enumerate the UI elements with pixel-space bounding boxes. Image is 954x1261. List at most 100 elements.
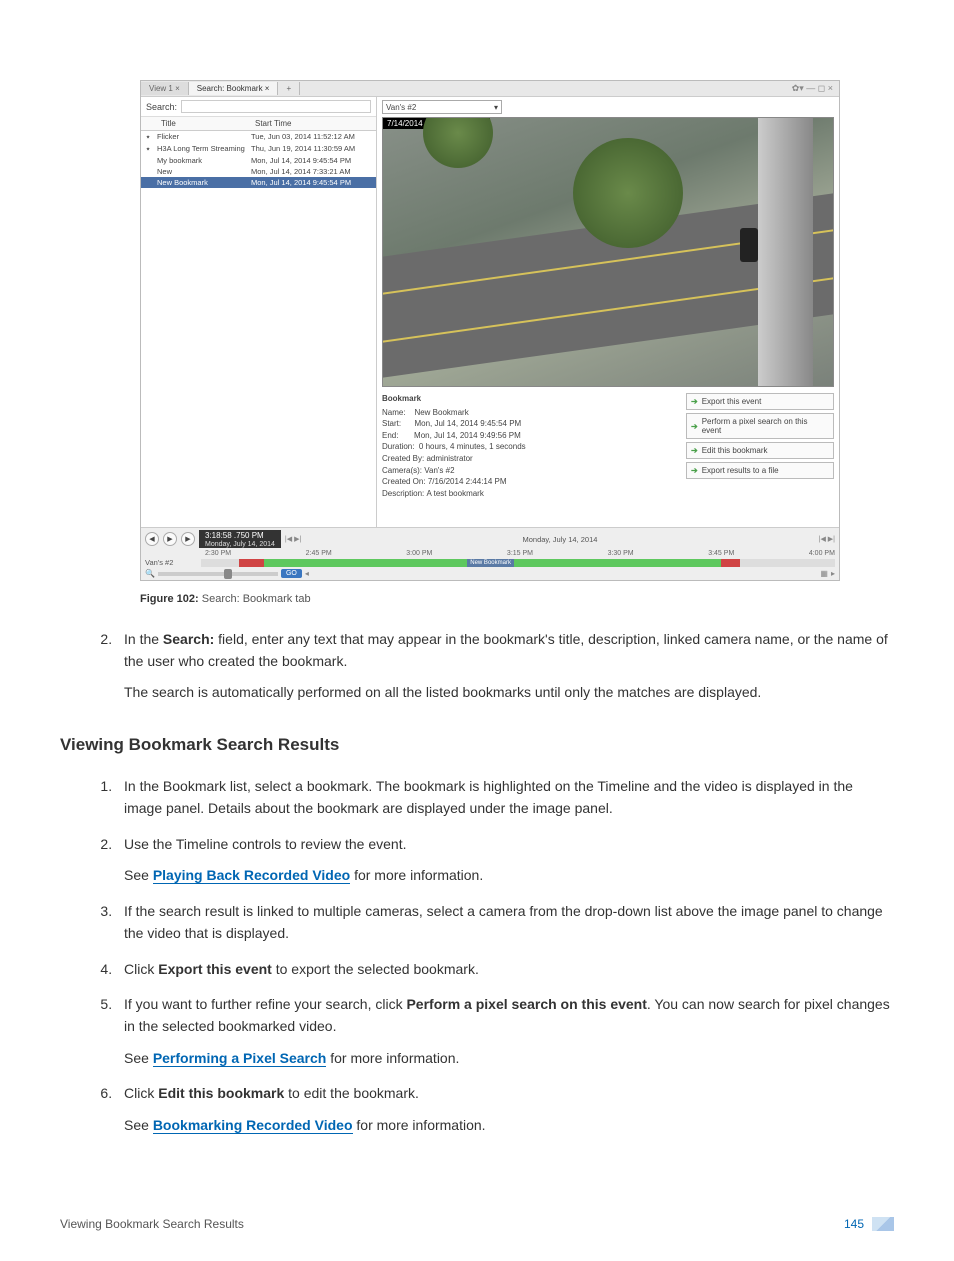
action-label: Edit this bookmark — [702, 446, 768, 455]
bookmark-start: Mon, Jul 14, 2014 9:45:54 PM — [251, 156, 376, 165]
timeline-time: 3:18:58 .750 PM — [199, 530, 281, 541]
list-item: In the Bookmark list, select a bookmark.… — [116, 776, 894, 819]
tab-add[interactable]: + — [278, 82, 300, 95]
export-event-button[interactable]: ➔ Export this event — [686, 393, 834, 410]
timeline-bar[interactable]: New Bookmark — [201, 559, 835, 567]
details-value: administrator — [426, 454, 472, 463]
arrow-right-icon: ➔ — [691, 397, 698, 406]
skip-end-icon[interactable]: |◀ ▶| — [819, 535, 835, 543]
link-bookmarking-video[interactable]: Bookmarking Recorded Video — [153, 1117, 353, 1134]
details-label: Created By: — [382, 454, 424, 463]
bookmark-list-panel: Search: Title Start Time ⭑ Flicker Tue, … — [141, 97, 377, 527]
details-value: Mon, Jul 14, 2014 9:45:54 PM — [414, 419, 521, 428]
section-heading: Viewing Bookmark Search Results — [60, 732, 894, 758]
bookmark-title: Flicker — [155, 132, 251, 142]
play-button[interactable]: ▶ — [163, 532, 177, 546]
details-value: Van's #2 — [424, 466, 454, 475]
details-label: Camera(s): — [382, 466, 422, 475]
action-label: Perform a pixel search on this event — [702, 417, 829, 435]
col-title[interactable]: Title — [141, 117, 251, 130]
timeline-header-date: Monday, July 14, 2014 — [305, 535, 814, 544]
details-value: Mon, Jul 14, 2014 9:49:56 PM — [414, 431, 521, 440]
timeline-date: Monday, July 14, 2014 — [199, 541, 281, 548]
details-label: Duration: — [382, 442, 414, 451]
list-item: If you want to further refine your searc… — [116, 994, 894, 1069]
footer-logo-icon — [872, 1217, 894, 1231]
pixel-search-button[interactable]: ➔ Perform a pixel search on this event — [686, 413, 834, 439]
details-label: Created On: — [382, 477, 426, 486]
tick: 3:15 PM — [507, 550, 533, 557]
tick: 3:45 PM — [708, 550, 734, 557]
paragraph: The search is automatically performed on… — [124, 682, 894, 704]
video-image-panel[interactable]: 7/14/2014 03:18:57.131 PM — [382, 117, 834, 387]
page-number: 145 — [844, 1217, 864, 1231]
bookmark-icon: ⭑ — [141, 144, 155, 154]
camera-dropdown[interactable]: Van's #2 ▾ — [382, 100, 502, 114]
details-label: End: — [382, 431, 398, 440]
tab-view1[interactable]: View 1 × — [141, 82, 189, 95]
bookmark-table-header: Title Start Time — [141, 117, 376, 131]
details-label: Name: — [382, 408, 406, 417]
details-value: New Bookmark — [414, 408, 468, 417]
zoom-slider[interactable] — [158, 572, 278, 576]
search-label: Search: — [146, 102, 177, 112]
chevron-left-icon[interactable]: ◂ — [305, 569, 309, 578]
timeline: ◀ ▶ ▶ 3:18:58 .750 PM Monday, July 14, 2… — [141, 527, 839, 580]
bookmark-start: Mon, Jul 14, 2014 7:33:21 AM — [251, 167, 376, 176]
edit-bookmark-button[interactable]: ➔ Edit this bookmark — [686, 442, 834, 459]
tick: 2:30 PM — [205, 550, 231, 557]
search-input[interactable] — [181, 100, 371, 113]
go-button[interactable]: GO — [281, 569, 302, 578]
tick: 3:30 PM — [608, 550, 634, 557]
chevron-down-icon: ▾ — [494, 103, 498, 112]
tick: 4:00 PM — [809, 550, 835, 557]
timeline-row-label: Van's #2 — [145, 558, 197, 567]
bookmark-rows: ⭑ Flicker Tue, Jun 03, 2014 11:52:12 AM … — [141, 131, 376, 188]
col-start-time[interactable]: Start Time — [251, 117, 376, 130]
tab-search-bookmark[interactable]: Search: Bookmark × — [189, 82, 279, 95]
details-value: 7/16/2014 2:44:14 PM — [428, 477, 507, 486]
bookmark-title: H3A Long Term Streaming — [155, 144, 251, 154]
tick: 3:00 PM — [406, 550, 432, 557]
bookmark-title: New — [155, 167, 251, 176]
link-pixel-search[interactable]: Performing a Pixel Search — [153, 1050, 327, 1067]
bookmark-row[interactable]: ⭑ H3A Long Term Streaming Thu, Jun 19, 2… — [141, 143, 376, 155]
list-item: Use the Timeline controls to review the … — [116, 834, 894, 887]
bookmark-icon — [141, 156, 155, 165]
bookmark-start: Mon, Jul 14, 2014 9:45:54 PM — [251, 178, 376, 187]
camera-dropdown-value: Van's #2 — [386, 103, 416, 112]
link-playing-back-video[interactable]: Playing Back Recorded Video — [153, 867, 350, 884]
bookmark-row[interactable]: New Bookmark Mon, Jul 14, 2014 9:45:54 P… — [141, 177, 376, 188]
step-back-button[interactable]: ◀ — [145, 532, 159, 546]
details-value: 0 hours, 4 minutes, 1 seconds — [419, 442, 526, 451]
bookmark-row[interactable]: New Mon, Jul 14, 2014 7:33:21 AM — [141, 166, 376, 177]
chevron-right-icon[interactable]: ▸ — [831, 569, 835, 578]
action-label: Export results to a file — [702, 466, 779, 475]
bookmark-icon — [141, 178, 155, 187]
list-item: Click Edit this bookmark to edit the boo… — [116, 1083, 894, 1136]
export-results-button[interactable]: ➔Export results to a file — [686, 462, 834, 479]
action-label: Export this event — [702, 397, 762, 406]
timeline-scale: 2:30 PM 2:45 PM 3:00 PM 3:15 PM 3:30 PM … — [205, 550, 835, 557]
skip-start-icon[interactable]: |◀ ▶| — [285, 535, 301, 543]
bookmark-title: New Bookmark — [155, 178, 251, 187]
bookmark-title: My bookmark — [155, 156, 251, 165]
details-label: Start: — [382, 419, 401, 428]
app-window: View 1 × Search: Bookmark × + ✿▾ — ◻ × S… — [140, 80, 840, 581]
bookmark-row[interactable]: ⭑ Flicker Tue, Jun 03, 2014 11:52:12 AM — [141, 131, 376, 143]
details-value: A test bookmark — [426, 489, 483, 498]
page-footer: Viewing Bookmark Search Results 145 — [60, 1217, 894, 1232]
calendar-icon[interactable]: ▦ — [820, 569, 828, 578]
list-item: In the Search: field, enter any text tha… — [116, 629, 894, 704]
bookmark-icon — [141, 167, 155, 176]
step-forward-button[interactable]: ▶ — [181, 532, 195, 546]
bookmark-start: Tue, Jun 03, 2014 11:52:12 AM — [251, 132, 376, 142]
timeline-bookmark-marker[interactable]: New Bookmark — [467, 559, 514, 567]
zoom-icon[interactable]: 🔍 — [145, 569, 155, 578]
window-controls[interactable]: ✿▾ — ◻ × — [792, 83, 839, 94]
video-panel-area: Van's #2 ▾ 7/14/2014 03:18:57.131 PM Boo… — [377, 97, 839, 527]
action-buttons: ➔ Export this event ➔ Perform a pixel sear… — [686, 393, 834, 499]
bookmark-row[interactable]: My bookmark Mon, Jul 14, 2014 9:45:54 PM — [141, 155, 376, 166]
arrow-right-icon: ➔ — [691, 446, 698, 455]
arrow-right-icon: ➔ — [691, 422, 698, 431]
